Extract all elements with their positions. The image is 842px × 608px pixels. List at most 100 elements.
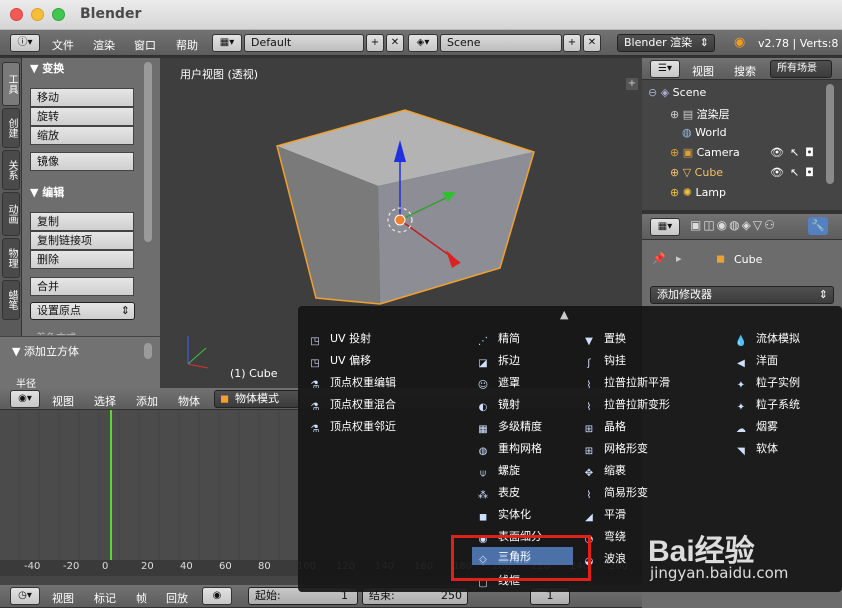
modifier-item[interactable]: ⌇ 简易形变	[582, 484, 648, 502]
remove-scene-icon[interactable]: ✕	[583, 34, 601, 52]
outliner-scrollbar[interactable]	[826, 84, 834, 184]
modifier-item[interactable]: ⍦ 螺旋	[476, 462, 520, 480]
maximize-window-button[interactable]	[52, 8, 65, 21]
scale-button[interactable]: 缩放	[30, 126, 134, 145]
camera-visibility-icons[interactable]: 👁↖◘	[770, 146, 820, 159]
modifier-item[interactable]: ◼ 实体化	[476, 506, 531, 524]
viewport-editor-type-icon[interactable]: ◉▾	[10, 390, 40, 408]
modifier-item[interactable]: ⊞ 晶格	[582, 418, 626, 436]
pin-icon[interactable]: 📌	[652, 252, 666, 265]
screen-layout-field[interactable]: Default	[244, 34, 364, 52]
menu-playback[interactable]: 回放	[166, 590, 188, 606]
set-origin-select[interactable]: 设置原点 ⇕	[30, 302, 135, 320]
menu-render[interactable]: 渲染	[93, 37, 115, 53]
menu-file[interactable]: 文件	[52, 37, 74, 53]
menu-object[interactable]: 物体	[178, 393, 200, 409]
menu-marker[interactable]: 标记	[94, 590, 116, 606]
modifier-item[interactable]: ▦ 多级精度	[476, 418, 542, 436]
tool-shelf-scrollbar[interactable]	[144, 62, 152, 242]
add-modifier-select[interactable]: 添加修改器 ⇕	[650, 286, 834, 304]
modifier-item[interactable]: ▼ 置换	[582, 330, 626, 348]
modifier-item[interactable]: ☁ 烟雾	[734, 418, 778, 436]
menu-window[interactable]: 窗口	[134, 37, 156, 53]
modifier-item[interactable]: ⌇ 拉普拉斯平滑	[582, 374, 670, 392]
scroll-up-icon[interactable]: ▲	[560, 308, 568, 321]
modifier-item[interactable]: ⁂ 表皮	[476, 484, 520, 502]
modifier-item[interactable]: ⊞ 网格形变	[582, 440, 648, 458]
modifier-item[interactable]: ◪ 拆边	[476, 352, 520, 370]
mirror-button[interactable]: 镜像	[30, 152, 134, 171]
delete-button[interactable]: 删除	[30, 250, 134, 269]
menu-select[interactable]: 选择	[94, 393, 116, 409]
modifier-item[interactable]: ⚗ 顶点权重邻近	[308, 418, 396, 436]
outliner-camera[interactable]: ⊕ ▣ Camera	[670, 146, 740, 159]
outliner-menu-view[interactable]: 视图	[692, 63, 714, 79]
remove-screen-icon[interactable]: ✕	[386, 34, 404, 52]
duplicate-linked-button[interactable]: 复制链接项	[30, 231, 134, 250]
tab-physics[interactable]: 物理	[2, 238, 20, 278]
modifier-item[interactable]: ◐ 镜射	[476, 396, 520, 414]
duplicate-button[interactable]: 复制	[30, 212, 134, 231]
modifier-item[interactable]: ⋰ 精简	[476, 330, 520, 348]
modifier-item-label: UV 偏移	[330, 354, 372, 367]
modifier-item[interactable]: ⚗ 顶点权重混合	[308, 396, 396, 414]
move-button[interactable]: 移动	[30, 88, 134, 107]
add-screen-icon[interactable]: +	[366, 34, 384, 52]
mode-select[interactable]: ◼ 物体模式	[214, 390, 300, 408]
modifier-item[interactable]: ◥ 软体	[734, 440, 778, 458]
modifier-item[interactable]: ◳ UV 偏移	[308, 352, 371, 370]
tab-grease-pencil[interactable]: 蜡笔	[2, 280, 20, 320]
outliner-cube[interactable]: ⊕ ▽ Cube	[670, 166, 723, 179]
transform-panel-title[interactable]: ▼ 变换	[30, 60, 64, 76]
modifier-item[interactable]: ◍ 重构网格	[476, 440, 542, 458]
wrench-icon[interactable]: 🔧	[808, 217, 828, 235]
modifier-item[interactable]: ⌇ 拉普拉斯变形	[582, 396, 670, 414]
current-frame-line[interactable]	[110, 410, 112, 576]
properties-context-tabs[interactable]: ▣◫◉◍◈▽⚇	[690, 218, 777, 232]
record-icon[interactable]: ◉	[202, 587, 232, 605]
properties-editor-type-icon[interactable]: ▦▾	[650, 218, 680, 236]
minimize-window-button[interactable]	[31, 8, 44, 21]
join-button[interactable]: 合并	[30, 277, 134, 296]
outliner-menu-search[interactable]: 搜索	[734, 63, 756, 79]
properties-toggle-icon[interactable]: +	[626, 78, 638, 90]
menu-add[interactable]: 添加	[136, 393, 158, 409]
tab-animation[interactable]: 动画	[2, 192, 20, 236]
editor-type-button[interactable]: ⓘ▾	[10, 34, 40, 52]
tab-relations[interactable]: 关系	[2, 150, 20, 190]
modifier-item[interactable]: ◢ 平滑	[582, 506, 626, 524]
modifier-item[interactable]: ◀ 洋面	[734, 352, 778, 370]
modifier-item[interactable]: ⚗ 顶点权重编辑	[308, 374, 396, 392]
close-window-button[interactable]	[10, 8, 23, 21]
outliner-render-layers[interactable]: ⊕ ▤ 渲染层	[670, 106, 730, 122]
scene-field[interactable]: Scene	[440, 34, 562, 52]
outliner-scene[interactable]: ⊖ ◈ Scene	[648, 86, 706, 99]
outliner-editor-type-icon[interactable]: ☰▾	[650, 60, 680, 78]
screen-layout-icon[interactable]: ▦▾	[212, 34, 242, 52]
menu-frame[interactable]: 帧	[136, 590, 147, 606]
outliner-lamp[interactable]: ⊕ ✺ Lamp	[670, 186, 726, 200]
rotate-button[interactable]: 旋转	[30, 107, 134, 126]
tab-create[interactable]: 创建	[2, 108, 20, 148]
menu-view[interactable]: 视图	[52, 393, 74, 409]
scene-icon[interactable]: ◈▾	[408, 34, 438, 52]
outliner-world[interactable]: ◍ World	[682, 126, 727, 139]
add-scene-icon[interactable]: +	[563, 34, 581, 52]
edit-panel-title[interactable]: ▼ 编辑	[30, 184, 64, 200]
cube-visibility-icons[interactable]: 👁↖◘	[770, 166, 820, 179]
modifier-item[interactable]: ☺ 遮罩	[476, 374, 520, 392]
tab-tools[interactable]: 工具	[2, 62, 20, 106]
modifier-item[interactable]: ✦ 粒子系统	[734, 396, 800, 414]
modifier-item[interactable]: ʃ 钩挂	[582, 352, 626, 370]
modifier-item[interactable]: ◳ UV 投射	[308, 330, 371, 348]
modifier-item[interactable]: 💧 流体模拟	[734, 330, 800, 348]
operator-title[interactable]: ▼ 添加立方体	[12, 343, 79, 359]
modifier-item[interactable]: ✦ 粒子实例	[734, 374, 800, 392]
menu-help[interactable]: 帮助	[176, 37, 198, 53]
operator-scrollbar[interactable]	[144, 343, 152, 359]
modifier-item[interactable]: ✥ 缩裹	[582, 462, 626, 480]
outliner-filter-select[interactable]: 所有场景	[770, 60, 832, 78]
timeline-editor-type-icon[interactable]: ◷▾	[10, 587, 40, 605]
menu-timeline-view[interactable]: 视图	[52, 590, 74, 606]
render-engine-select[interactable]: Blender 渲染 ⇕	[617, 34, 715, 52]
